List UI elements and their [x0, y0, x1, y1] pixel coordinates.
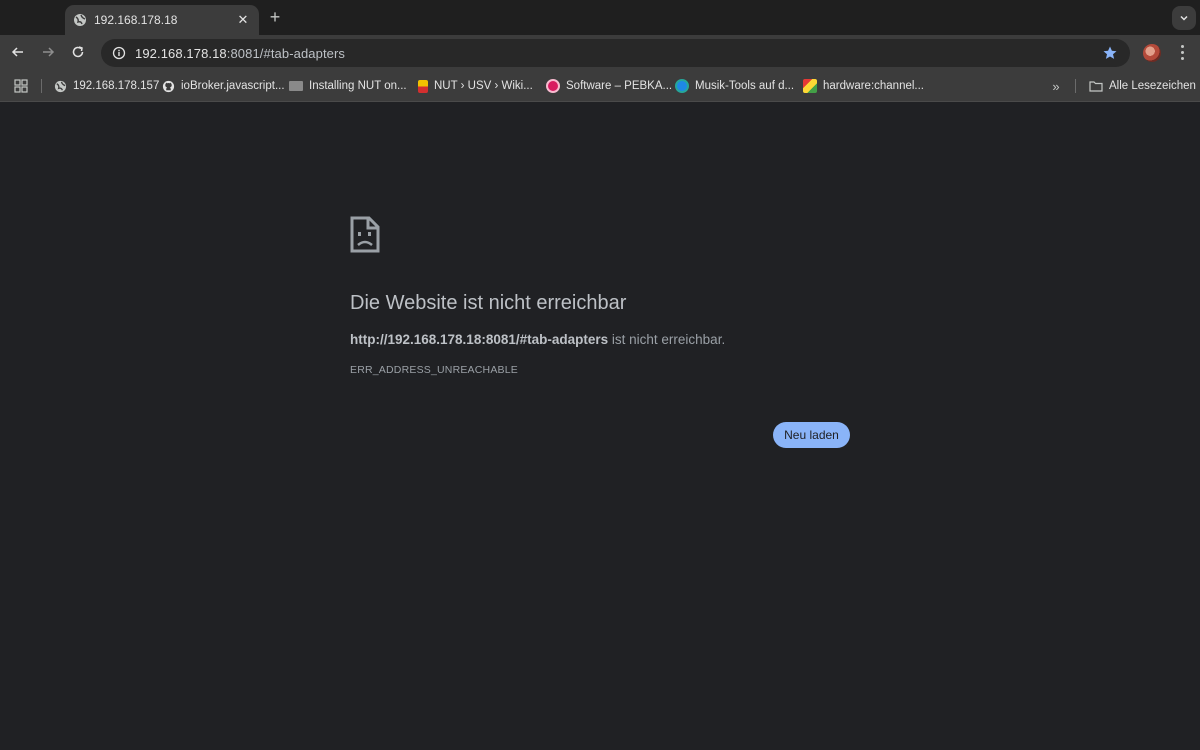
- apps-grid-icon[interactable]: [14, 79, 28, 93]
- bookmarks-bar: 192.168.178.157 ioBroker.javascript... I…: [0, 69, 1200, 102]
- globe-icon: [53, 79, 67, 93]
- reload-icon: [72, 46, 84, 58]
- globe-icon: [73, 13, 87, 27]
- bookmark-label: 192.168.178.157: [73, 80, 160, 92]
- all-bookmarks-button[interactable]: Alle Lesezeichen: [1089, 76, 1196, 96]
- channel-icon: [803, 79, 817, 93]
- arrow-left-icon: [11, 47, 23, 57]
- menu-icon[interactable]: [1172, 41, 1192, 63]
- error-url: http://192.168.178.18:8081/#tab-adapters: [350, 332, 609, 347]
- tab-title: 192.168.178.18: [94, 13, 178, 27]
- music-tools-icon: [675, 79, 689, 93]
- chevron-double-right-icon[interactable]: »: [1048, 78, 1064, 94]
- back-button[interactable]: [6, 40, 30, 64]
- tab-strip: 192.168.178.18 ✕ +: [0, 0, 1200, 35]
- forward-button[interactable]: [36, 40, 60, 64]
- toolbar: 192.168.178.18:8081/#tab-adapters: [0, 35, 1200, 69]
- error-code: ERR_ADDRESS_UNREACHABLE: [350, 364, 518, 376]
- bookmark-label: Installing NUT on...: [309, 80, 407, 92]
- error-description: http://192.168.178.18:8081/#tab-adapters…: [350, 332, 725, 347]
- tab-search-button[interactable]: [1172, 6, 1196, 30]
- profile-avatar[interactable]: [1143, 44, 1161, 62]
- bookmark-label: NUT › USV › Wiki...: [434, 80, 533, 92]
- new-tab-button[interactable]: +: [264, 7, 286, 27]
- bookmark-item[interactable]: ioBroker.javascript...: [161, 76, 285, 96]
- error-page: Die Website ist nicht erreichbar http://…: [0, 103, 1200, 750]
- url-path: :8081/#tab-adapters: [226, 45, 346, 61]
- bookmark-label: hardware:channel...: [823, 80, 925, 92]
- bookmark-item[interactable]: 192.168.178.157: [53, 76, 159, 96]
- bookmark-label: Software – PEBKA...: [566, 80, 673, 92]
- raspberry-icon: [546, 79, 560, 93]
- github-icon: [161, 79, 175, 93]
- tab-active[interactable]: 192.168.178.18 ✕: [65, 5, 259, 35]
- bookmark-item[interactable]: Installing NUT on...: [289, 76, 407, 96]
- address-bar[interactable]: 192.168.178.18:8081/#tab-adapters: [101, 39, 1130, 67]
- info-icon[interactable]: [105, 39, 133, 67]
- nut-site-icon: [289, 81, 303, 91]
- reload-page-button[interactable]: Neu laden: [773, 422, 850, 448]
- bookmark-item[interactable]: Musik-Tools auf d...: [675, 76, 794, 96]
- close-icon[interactable]: ✕: [235, 12, 251, 28]
- arrow-right-icon: [43, 47, 55, 57]
- bookmarks-separator: [41, 79, 42, 93]
- error-message: ist nicht erreichbar.: [608, 332, 726, 347]
- bookmark-label: Musik-Tools auf d...: [695, 80, 795, 92]
- sad-page-icon: [350, 216, 380, 253]
- bookmark-item[interactable]: hardware:channel...: [803, 76, 924, 96]
- all-bookmarks-label: Alle Lesezeichen: [1109, 80, 1196, 92]
- url-text: 192.168.178.18:8081/#tab-adapters: [135, 46, 345, 61]
- chevron-down-icon: [1180, 15, 1188, 21]
- bookmarks-separator: [1075, 79, 1076, 93]
- error-title: Die Website ist nicht erreichbar: [350, 292, 627, 314]
- bookmark-label: ioBroker.javascript...: [181, 80, 285, 92]
- url-host: 192.168.178.18: [135, 45, 227, 61]
- bookmark-item[interactable]: Software – PEBKA...: [546, 76, 672, 96]
- folder-icon: [1089, 80, 1103, 92]
- bookmark-star-icon[interactable]: [1102, 45, 1118, 61]
- wiki-icon: [418, 79, 428, 93]
- reload-button[interactable]: [66, 40, 90, 64]
- bookmark-item[interactable]: NUT › USV › Wiki...: [418, 76, 533, 96]
